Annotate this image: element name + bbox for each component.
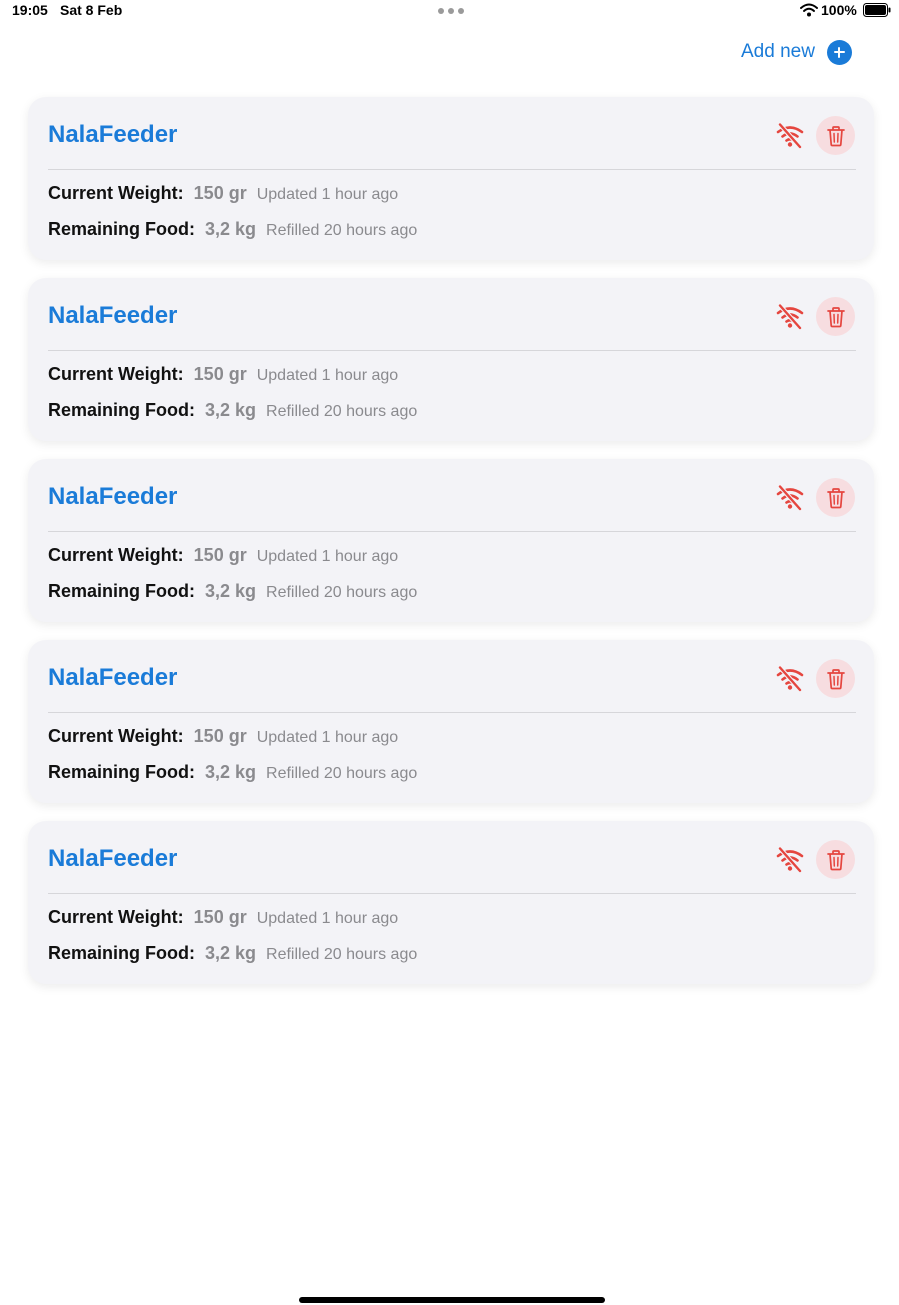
delete-button[interactable] — [816, 116, 855, 155]
current-weight-label: Current Weight: — [48, 726, 184, 746]
current-weight-label: Current Weight: — [48, 364, 184, 384]
current-weight-value: 150 gr — [193, 364, 247, 384]
delete-button[interactable] — [816, 659, 855, 698]
food-refilled-note: Refilled 20 hours ago — [266, 222, 418, 239]
remaining-food-label: Remaining Food: — [48, 219, 195, 239]
remaining-food-value: 3,2 kg — [205, 581, 257, 601]
battery-icon — [863, 3, 891, 17]
delete-button[interactable] — [816, 297, 855, 336]
card-divider — [48, 893, 856, 894]
current-weight-row: Current Weight: 150 gr Updated 1 hour ag… — [48, 364, 398, 385]
home-indicator[interactable] — [299, 1297, 605, 1303]
current-weight-value: 150 gr — [193, 907, 247, 927]
wifi-icon — [800, 3, 818, 17]
card-divider — [48, 531, 856, 532]
food-refilled-note: Refilled 20 hours ago — [266, 946, 418, 963]
status-time: 19:05 — [12, 2, 48, 18]
plus-circle-icon — [826, 39, 852, 65]
status-date: Sat 8 Feb — [60, 2, 123, 18]
current-weight-row: Current Weight: 150 gr Updated 1 hour ag… — [48, 907, 398, 928]
remaining-food-value: 3,2 kg — [205, 400, 257, 420]
weight-updated-note: Updated 1 hour ago — [256, 910, 399, 927]
trash-icon — [826, 849, 845, 870]
weight-updated-note: Updated 1 hour ago — [256, 367, 399, 384]
feeder-name: NalaFeeder — [48, 483, 178, 510]
remaining-food-row: Remaining Food: 3,2 kg Refilled 20 hours… — [48, 762, 417, 783]
current-weight-value: 150 gr — [193, 183, 247, 203]
app-screen: 19:05 Sat 8 Feb 100% Add new NalaFeeder — [0, 0, 899, 1305]
remaining-food-row: Remaining Food: 3,2 kg Refilled 20 hours… — [48, 400, 417, 421]
remaining-food-label: Remaining Food: — [48, 400, 195, 420]
feeder-name: NalaFeeder — [48, 664, 178, 691]
trash-icon — [826, 487, 845, 508]
remaining-food-row: Remaining Food: 3,2 kg Refilled 20 hours… — [48, 219, 417, 240]
current-weight-label: Current Weight: — [48, 183, 184, 203]
current-weight-label: Current Weight: — [48, 545, 184, 565]
current-weight-value: 150 gr — [193, 545, 247, 565]
wifi-off-icon — [776, 485, 804, 511]
wifi-off-icon — [776, 666, 804, 692]
remaining-food-value: 3,2 kg — [205, 219, 257, 239]
current-weight-value: 150 gr — [193, 726, 247, 746]
current-weight-row: Current Weight: 150 gr Updated 1 hour ag… — [48, 545, 398, 566]
feeder-card[interactable]: NalaFeeder Current Weight: 150 gr Update… — [28, 97, 874, 260]
delete-button[interactable] — [816, 478, 855, 517]
feeder-name: NalaFeeder — [48, 845, 178, 872]
remaining-food-value: 3,2 kg — [205, 943, 257, 963]
feeder-card[interactable]: NalaFeeder Current Weight: 150 gr Update… — [28, 278, 874, 441]
trash-icon — [826, 306, 845, 327]
trash-icon — [826, 125, 845, 146]
remaining-food-row: Remaining Food: 3,2 kg Refilled 20 hours… — [48, 943, 417, 964]
feeder-list: NalaFeeder Current Weight: 150 gr Update… — [28, 97, 874, 1002]
remaining-food-label: Remaining Food: — [48, 943, 195, 963]
delete-button[interactable] — [816, 840, 855, 879]
multitasking-dots-icon[interactable] — [438, 8, 464, 14]
status-bar: 19:05 Sat 8 Feb 100% — [0, 0, 899, 22]
feeder-card[interactable]: NalaFeeder Current Weight: 150 gr Update… — [28, 640, 874, 803]
feeder-card[interactable]: NalaFeeder Current Weight: 150 gr Update… — [28, 821, 874, 984]
card-divider — [48, 350, 856, 351]
remaining-food-label: Remaining Food: — [48, 581, 195, 601]
battery-percentage: 100% — [821, 2, 857, 18]
add-new-label: Add new — [741, 41, 815, 62]
feeder-card[interactable]: NalaFeeder Current Weight: 150 gr Update… — [28, 459, 874, 622]
food-refilled-note: Refilled 20 hours ago — [266, 403, 418, 420]
feeder-name: NalaFeeder — [48, 302, 178, 329]
weight-updated-note: Updated 1 hour ago — [256, 548, 399, 565]
food-refilled-note: Refilled 20 hours ago — [266, 584, 418, 601]
food-refilled-note: Refilled 20 hours ago — [266, 765, 418, 782]
weight-updated-note: Updated 1 hour ago — [256, 186, 399, 203]
remaining-food-row: Remaining Food: 3,2 kg Refilled 20 hours… — [48, 581, 417, 602]
wifi-off-icon — [776, 123, 804, 149]
wifi-off-icon — [776, 304, 804, 330]
current-weight-row: Current Weight: 150 gr Updated 1 hour ag… — [48, 726, 398, 747]
trash-icon — [826, 668, 845, 689]
remaining-food-label: Remaining Food: — [48, 762, 195, 782]
card-divider — [48, 169, 856, 170]
feeder-name: NalaFeeder — [48, 121, 178, 148]
current-weight-label: Current Weight: — [48, 907, 184, 927]
card-divider — [48, 712, 856, 713]
add-new-button[interactable]: Add new — [741, 39, 852, 65]
current-weight-row: Current Weight: 150 gr Updated 1 hour ag… — [48, 183, 398, 204]
remaining-food-value: 3,2 kg — [205, 762, 257, 782]
weight-updated-note: Updated 1 hour ago — [256, 729, 399, 746]
wifi-off-icon — [776, 847, 804, 873]
